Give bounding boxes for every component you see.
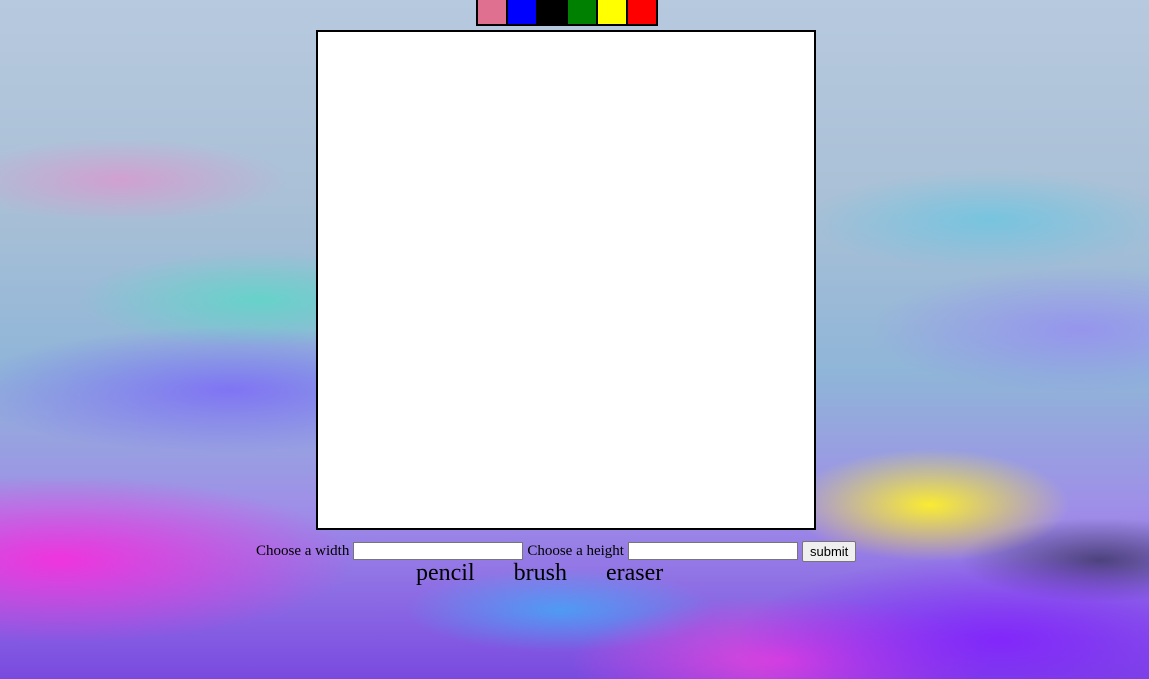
- color-palette: [476, 0, 658, 26]
- color-swatch-green[interactable]: [568, 0, 596, 24]
- color-swatch-yellow[interactable]: [598, 0, 626, 24]
- color-swatch-red[interactable]: [628, 0, 656, 24]
- drawing-canvas[interactable]: [316, 30, 816, 530]
- eraser-tool[interactable]: eraser: [606, 560, 663, 587]
- color-swatch-blue[interactable]: [508, 0, 536, 24]
- pencil-tool[interactable]: pencil: [416, 560, 475, 587]
- size-form: Choose a width Choose a height submit: [256, 540, 857, 562]
- width-input[interactable]: [353, 542, 524, 560]
- height-input[interactable]: [627, 542, 798, 560]
- brush-tool[interactable]: brush: [514, 560, 567, 587]
- height-label: Choose a height: [527, 542, 624, 559]
- color-swatch-black[interactable]: [538, 0, 566, 24]
- color-swatch-pink[interactable]: [478, 0, 506, 24]
- submit-button[interactable]: submit: [801, 540, 857, 562]
- tool-selector: pencil brush eraser: [416, 560, 702, 587]
- width-label: Choose a width: [256, 542, 350, 559]
